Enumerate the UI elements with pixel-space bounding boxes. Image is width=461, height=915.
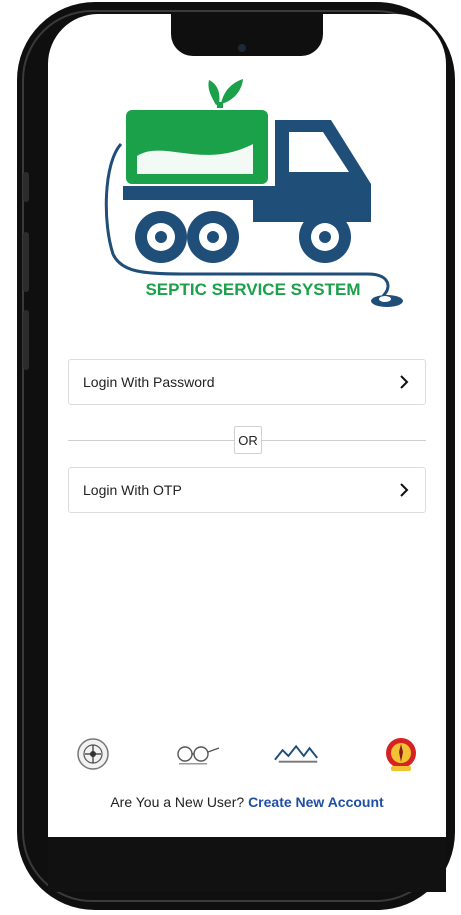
login-with-otp-label: Login With OTP — [83, 482, 182, 498]
chevron-right-icon — [400, 375, 409, 389]
silent-switch — [23, 172, 29, 202]
state-emblem-icon — [68, 734, 118, 774]
or-divider: OR — [68, 426, 426, 454]
mountains-logo-icon — [273, 734, 323, 774]
login-with-password-label: Login With Password — [83, 374, 215, 390]
login-with-password-button[interactable]: Login With Password — [68, 359, 426, 405]
bottom-black-bar — [48, 837, 446, 892]
brand-name: SEPTIC SERVICE SYSTEM — [145, 280, 360, 299]
front-camera — [238, 44, 246, 52]
app-screen: SEPTIC SERVICE SYSTEM Login With Passwor… — [48, 14, 446, 837]
new-user-prompt: Are You a New User? — [110, 794, 245, 810]
volume-down-button — [23, 310, 29, 370]
spectacles-logo-icon — [171, 734, 221, 774]
create-new-account-link[interactable]: Create New Account — [248, 794, 384, 810]
signup-prompt: Are You a New User? Create New Account — [48, 794, 446, 810]
or-label: OR — [234, 426, 262, 454]
septic-service-logo: SEPTIC SERVICE SYSTEM — [104, 79, 403, 307]
truck-wheels — [135, 211, 351, 263]
partner-logos — [68, 732, 426, 776]
login-with-otp-button[interactable]: Login With OTP — [68, 467, 426, 513]
leaf-right-icon — [221, 79, 243, 104]
leaf-left-icon — [208, 80, 220, 105]
notch — [171, 14, 323, 56]
red-seal-icon — [376, 734, 426, 774]
volume-up-button — [23, 232, 29, 292]
chevron-right-icon — [400, 483, 409, 497]
